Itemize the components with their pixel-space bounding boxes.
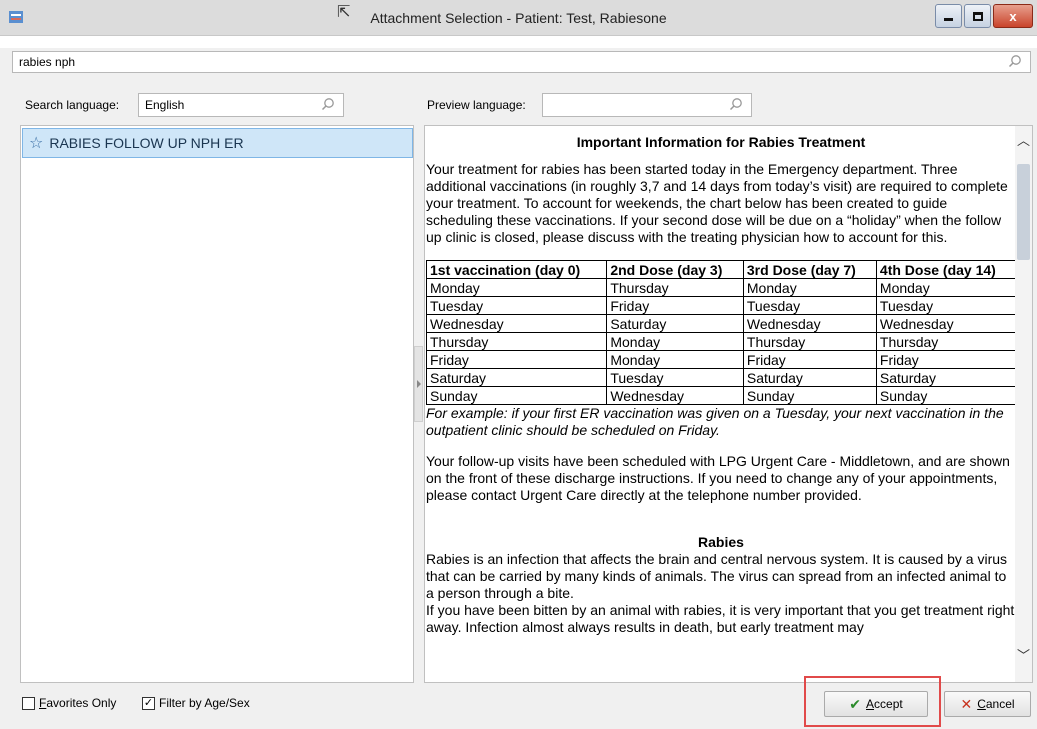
table-cell: Wednesday (875, 314, 1019, 333)
favorites-only-box[interactable] (22, 696, 35, 710)
table-cell: Thursday (425, 332, 608, 351)
chevron-up-icon[interactable]: ︿ (1017, 130, 1030, 149)
document-intro: Your treatment for rabies has been start… (426, 161, 1008, 245)
table-header: 2nd Dose (day 3) (606, 260, 744, 279)
filter-by-age-sex-checkbox[interactable]: ✓ Filter by Age/Sex (142, 696, 250, 710)
attachment-search-input[interactable]: rabies nph (12, 51, 1031, 73)
chevron-right-icon (417, 380, 421, 388)
table-cell: Friday (606, 296, 744, 315)
cancel-button[interactable]: ✕ Cancel (944, 691, 1031, 717)
favorites-only-label: Favorites Only (39, 696, 117, 710)
preview-language-input[interactable] (542, 93, 752, 117)
table-cell: Friday (425, 350, 608, 369)
table-cell: Tuesday (742, 296, 877, 315)
minimize-button[interactable] (935, 4, 962, 28)
list-item-label: RABIES FOLLOW UP NPH ER (49, 135, 244, 151)
search-icon[interactable] (321, 97, 335, 111)
table-cell: Sunday (425, 386, 608, 405)
search-icon[interactable] (729, 97, 743, 111)
table-header: 4th Dose (day 14) (875, 260, 1019, 279)
favorites-only-checkbox[interactable]: Favorites Only (22, 696, 116, 710)
search-icon[interactable] (1008, 54, 1022, 68)
table-cell: Tuesday (606, 368, 744, 387)
document-followup: Your follow-up visits have been schedule… (426, 453, 1010, 503)
table-cell: Tuesday (875, 296, 1019, 315)
table-row: Friday Monday Friday Friday (425, 350, 1019, 369)
table-cell: Tuesday (425, 296, 608, 315)
close-button[interactable]: x (993, 4, 1033, 28)
table-row: Tuesday Friday Tuesday Tuesday (425, 296, 1019, 315)
rabies-paragraph-2: If you have been bitten by an animal wit… (426, 602, 1015, 635)
table-header: 3rd Dose (day 7) (742, 260, 877, 279)
filter-by-age-sex-label: Filter by Age/Sex (159, 696, 250, 710)
rabies-paragraph-1: Rabies is an infection that affects the … (426, 551, 1008, 601)
rabies-heading: Rabies (698, 534, 744, 550)
panel-splitter[interactable] (414, 346, 423, 422)
table-row: Monday Thursday Monday Monday (425, 278, 1019, 297)
minimize-icon (944, 17, 953, 21)
search-language-label: Search language: (25, 98, 120, 112)
table-cell: Monday (742, 278, 877, 297)
checkmark-icon[interactable]: ✓ (142, 696, 155, 710)
chevron-down-icon[interactable]: ﹀ (1017, 645, 1030, 664)
table-cell: Monday (425, 278, 608, 297)
maximize-button[interactable] (964, 4, 991, 28)
table-cell: Sunday (875, 386, 1019, 405)
table-cell: Saturday (425, 368, 608, 387)
attachment-list[interactable]: ☆ RABIES FOLLOW UP NPH ER (20, 125, 414, 683)
star-icon[interactable]: ☆ (29, 133, 43, 153)
table-cell: Saturday (606, 314, 744, 333)
table-cell: Friday (875, 350, 1019, 369)
close-icon: ✕ (960, 695, 973, 712)
table-row: Sunday Wednesday Sunday Sunday (425, 386, 1019, 405)
list-item[interactable]: ☆ RABIES FOLLOW UP NPH ER (22, 128, 413, 158)
preview-scrollbar[interactable]: ︿ ﹀ (1015, 126, 1032, 682)
table-cell: Thursday (742, 332, 877, 351)
mouse-cursor-icon: ⇱ (337, 4, 351, 21)
table-cell: Saturday (742, 368, 877, 387)
table-cell: Monday (875, 278, 1019, 297)
table-cell: Wednesday (425, 314, 608, 333)
scrollbar-thumb[interactable] (1017, 164, 1030, 260)
document-title: Important Information for Rabies Treatme… (576, 134, 866, 150)
table-cell: Sunday (742, 386, 877, 405)
document-example: For example: if your first ER vaccinatio… (426, 405, 1004, 438)
close-icon: x (1009, 8, 1017, 24)
table-cell: Friday (742, 350, 877, 369)
table-header: 1st vaccination (day 0) (425, 260, 608, 279)
window-title: Attachment Selection - Patient: Test, Ra… (370, 10, 667, 26)
table-cell: Saturday (875, 368, 1019, 387)
accept-highlight-box (804, 676, 941, 727)
table-cell: Thursday (606, 278, 744, 297)
table-cell: Monday (606, 332, 744, 351)
title-bar: Attachment Selection - Patient: Test, Ra… (0, 0, 1037, 48)
preview-language-label: Preview language: (427, 98, 526, 112)
table-row: Saturday Tuesday Saturday Saturday (425, 368, 1019, 387)
search-language-value: English (145, 98, 185, 112)
vaccination-schedule-table: 1st vaccination (day 0) 2nd Dose (day 3)… (425, 260, 1019, 405)
table-header-row: 1st vaccination (day 0) 2nd Dose (day 3)… (425, 260, 1019, 279)
table-row: Thursday Monday Thursday Thursday (425, 332, 1019, 351)
table-row: Wednesday Saturday Wednesday Wednesday (425, 314, 1019, 333)
maximize-icon (972, 11, 983, 21)
table-cell: Wednesday (742, 314, 877, 333)
search-value: rabies nph (19, 55, 76, 69)
table-cell: Wednesday (606, 386, 744, 405)
table-cell: Thursday (875, 332, 1019, 351)
cancel-label: Cancel (977, 697, 1015, 711)
search-language-input[interactable]: English (138, 93, 344, 117)
document-preview: Important Information for Rabies Treatme… (424, 125, 1033, 683)
table-cell: Monday (606, 350, 744, 369)
